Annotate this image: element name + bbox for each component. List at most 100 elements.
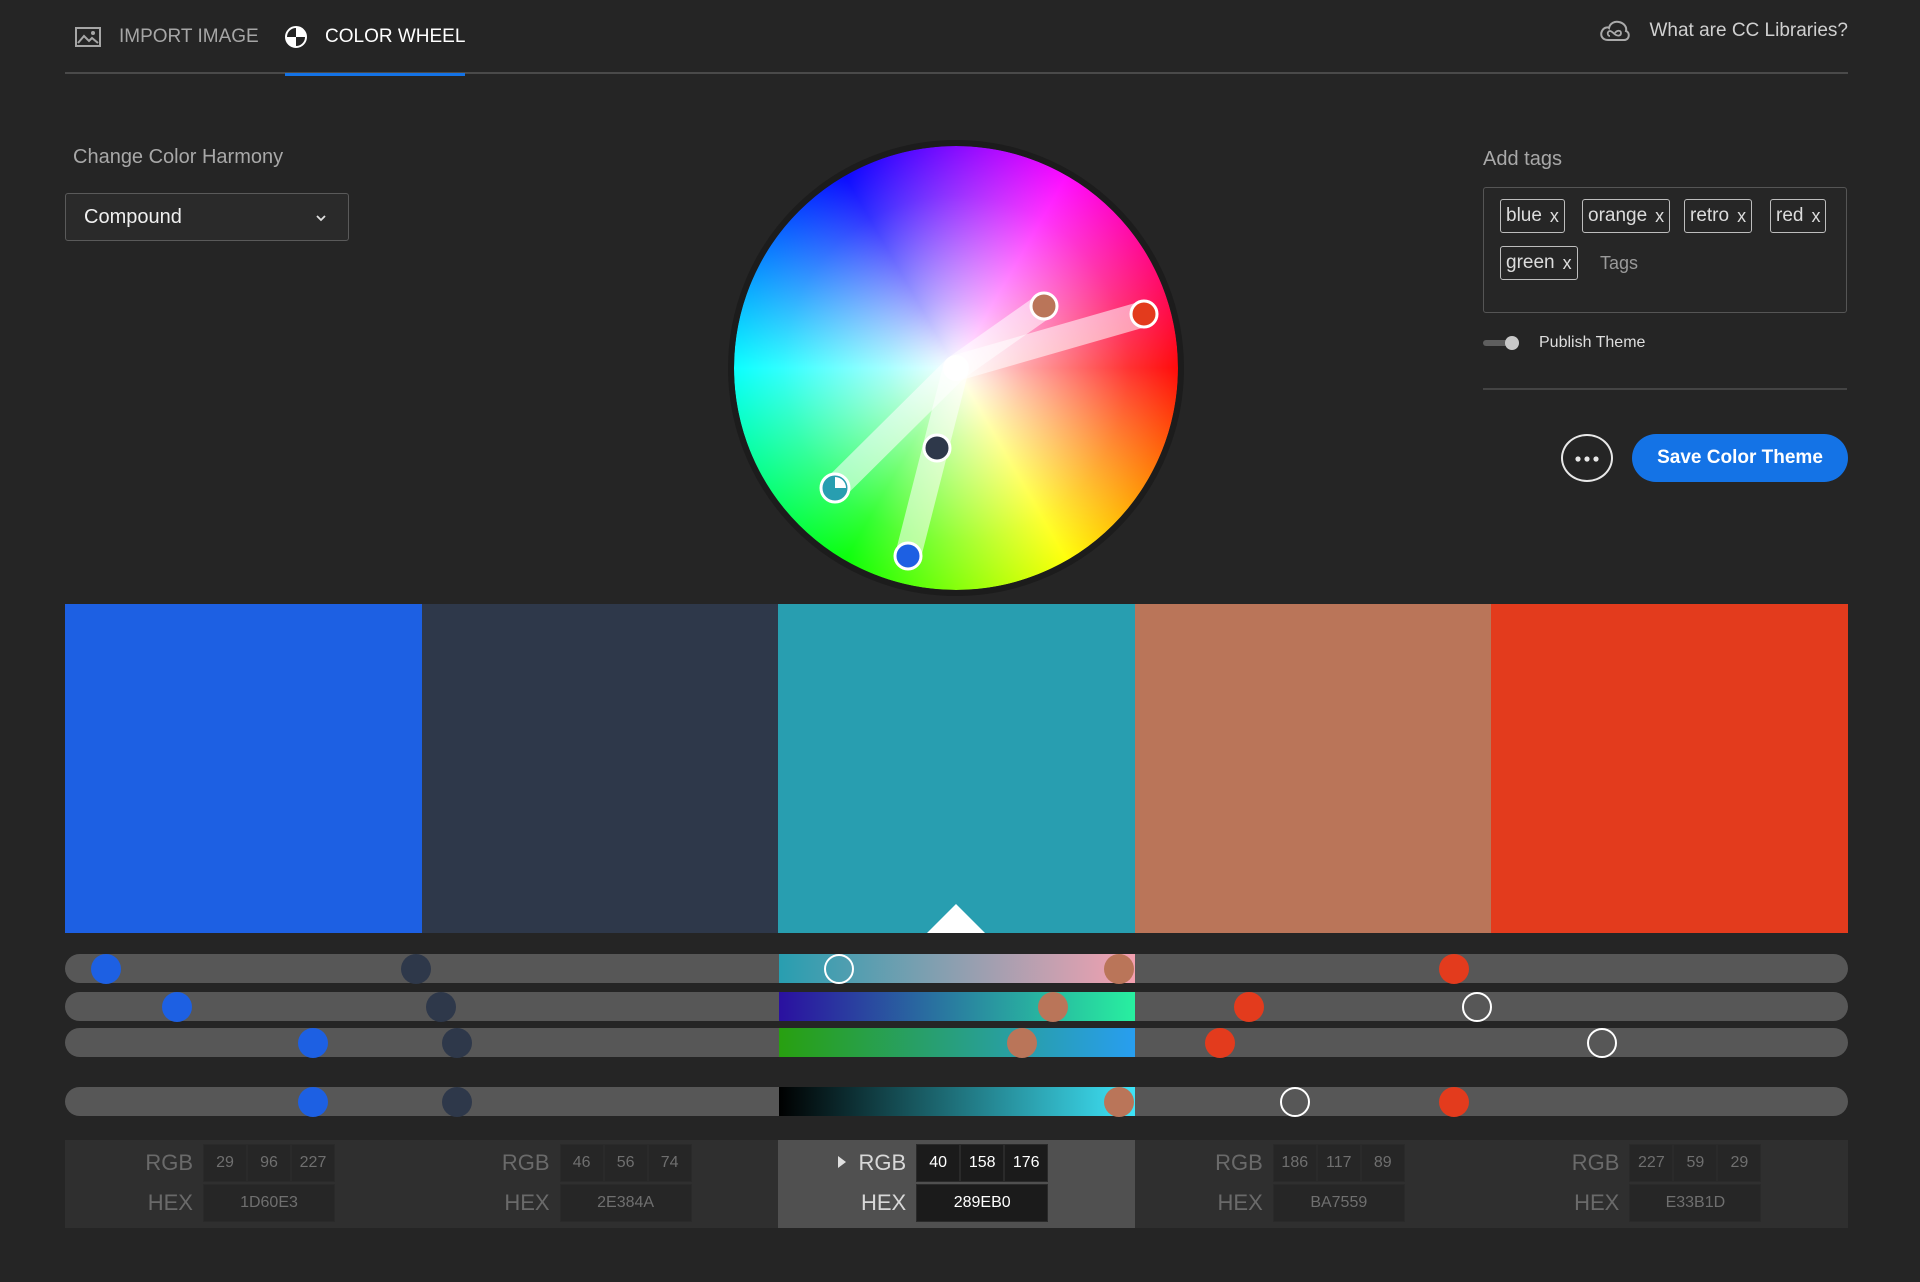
blue-value-field[interactable]: 74 xyxy=(647,1144,692,1182)
rgb-label: RGB xyxy=(858,1150,907,1175)
hex-value-field[interactable]: 289EB0 xyxy=(916,1184,1049,1222)
green-value-field[interactable]: 117 xyxy=(1316,1144,1361,1182)
red-value-field[interactable]: 40 xyxy=(916,1144,961,1182)
more-options-button[interactable] xyxy=(1561,434,1613,482)
red-value-field[interactable]: 227 xyxy=(1629,1144,1674,1182)
color-values-4[interactable]: RGB HEX 227 59 29 E33B1D xyxy=(1491,1140,1848,1228)
slider-handle-1[interactable] xyxy=(426,991,457,1022)
more-icon xyxy=(1574,449,1600,467)
slider-handle-4[interactable] xyxy=(1233,991,1264,1022)
remove-tag-icon[interactable]: x xyxy=(1550,206,1559,227)
expand-caret-icon[interactable] xyxy=(838,1156,847,1168)
slider-handle-4[interactable] xyxy=(1438,953,1469,984)
tags-label: Add tags xyxy=(1483,148,1562,170)
image-icon xyxy=(75,27,101,47)
slider-handle-0[interactable] xyxy=(297,1027,328,1058)
tags-input[interactable] xyxy=(1600,246,1800,280)
blue-value-field[interactable]: 29 xyxy=(1717,1144,1762,1182)
rgb-label: RGB xyxy=(1571,1150,1620,1175)
harmony-dropdown[interactable]: Compound xyxy=(65,193,349,241)
tag-chip[interactable]: red x xyxy=(1770,199,1827,233)
color-swatch-4[interactable] xyxy=(1491,604,1848,933)
blue-value-field[interactable]: 227 xyxy=(291,1144,335,1182)
tag-chip[interactable]: retro x xyxy=(1684,199,1753,233)
tags-box[interactable]: blue x orange x retro x red x green x xyxy=(1483,187,1847,313)
slider-row-3[interactable] xyxy=(65,1027,1848,1058)
color-swatch-0[interactable] xyxy=(65,604,422,933)
tab-import-image-label: IMPORT IMAGE xyxy=(119,26,259,47)
wheel-handle-3 xyxy=(1029,291,1059,321)
hex-label: HEX xyxy=(860,1190,907,1215)
hex-value-field[interactable]: 1D60E3 xyxy=(203,1184,335,1222)
slider-handle-0[interactable] xyxy=(91,953,121,984)
green-value-field[interactable]: 158 xyxy=(960,1144,1005,1182)
publish-theme-toggle[interactable] xyxy=(1483,335,1519,351)
harmony-label: Change Color Harmony xyxy=(73,146,284,168)
green-value-field[interactable]: 59 xyxy=(1673,1144,1718,1182)
slider-handle-1[interactable] xyxy=(442,1086,473,1117)
slider-handle-2[interactable] xyxy=(1586,1027,1617,1058)
slider-handle-2[interactable] xyxy=(1280,1086,1311,1117)
slider-handle-1[interactable] xyxy=(442,1027,473,1058)
blue-value-field[interactable]: 89 xyxy=(1360,1144,1405,1182)
color-values-2[interactable]: RGB HEX 40 158 176 289EB0 xyxy=(778,1140,1135,1228)
brightness-slider-row[interactable] xyxy=(65,1086,1848,1117)
remove-tag-icon[interactable]: x xyxy=(1655,206,1664,227)
red-value-field[interactable]: 29 xyxy=(203,1144,247,1182)
active-slider-track[interactable] xyxy=(779,1028,1135,1057)
slider-handle-3[interactable] xyxy=(1103,1086,1134,1117)
cc-libraries-label: What are CC Libraries? xyxy=(1649,20,1848,41)
divider xyxy=(1483,388,1847,390)
slider-handle-3[interactable] xyxy=(1037,991,1068,1022)
slider-handle-0[interactable] xyxy=(297,1086,328,1117)
color-swatch-3[interactable] xyxy=(1134,604,1492,933)
harmony-selected-value: Compound xyxy=(84,205,182,228)
hex-label: HEX xyxy=(1217,1190,1263,1215)
creative-cloud-icon xyxy=(1599,19,1631,43)
active-swatch-caret-icon xyxy=(927,904,986,933)
color-values-3[interactable]: RGB HEX 186 117 89 BA7559 xyxy=(1135,1140,1492,1228)
tab-import-image[interactable]: IMPORT IMAGE xyxy=(75,0,259,74)
wheel-handle-0 xyxy=(893,541,923,571)
green-value-field[interactable]: 56 xyxy=(603,1144,648,1182)
green-value-field[interactable]: 96 xyxy=(247,1144,291,1182)
color-swatch-1[interactable] xyxy=(421,604,779,933)
slider-row-2[interactable] xyxy=(65,991,1848,1022)
slider-row-1[interactable] xyxy=(65,953,1848,984)
tag-chip[interactable]: blue x xyxy=(1500,199,1565,233)
cc-libraries-link[interactable]: What are CC Libraries? xyxy=(1599,0,1848,62)
hex-label: HEX xyxy=(1574,1190,1620,1215)
hex-value-field[interactable]: BA7559 xyxy=(1272,1184,1405,1222)
active-slider-track[interactable] xyxy=(779,992,1135,1021)
remove-tag-icon[interactable]: x xyxy=(1811,206,1820,227)
slider-handle-4[interactable] xyxy=(1205,1027,1236,1058)
color-swatch-2[interactable] xyxy=(778,604,1135,933)
red-value-field[interactable]: 46 xyxy=(559,1144,604,1182)
slider-handle-2[interactable] xyxy=(823,953,854,984)
tag-label: blue xyxy=(1506,205,1542,226)
color-values-0[interactable]: RGB HEX 29 96 227 1D60E3 xyxy=(65,1140,422,1228)
hex-label: HEX xyxy=(504,1190,550,1215)
remove-tag-icon[interactable]: x xyxy=(1737,206,1746,227)
tag-chip[interactable]: orange x xyxy=(1582,199,1671,233)
color-wheel[interactable] xyxy=(728,140,1184,596)
swatch-row xyxy=(65,604,1848,933)
slider-handle-3[interactable] xyxy=(1103,953,1134,984)
hex-value-field[interactable]: E33B1D xyxy=(1629,1184,1762,1222)
active-slider-track[interactable] xyxy=(779,1087,1135,1116)
wheel-handles xyxy=(819,291,1159,571)
red-value-field[interactable]: 186 xyxy=(1272,1144,1317,1182)
color-values-1[interactable]: RGB HEX 46 56 74 2E384A xyxy=(422,1140,779,1228)
slider-handle-4[interactable] xyxy=(1438,1086,1469,1117)
slider-handle-3[interactable] xyxy=(1007,1027,1038,1058)
slider-handle-1[interactable] xyxy=(401,953,432,984)
blue-value-field[interactable]: 176 xyxy=(1004,1144,1049,1182)
remove-tag-icon[interactable]: x xyxy=(1563,253,1572,274)
tab-color-wheel[interactable]: COLOR WHEEL xyxy=(285,0,466,76)
hex-value-field[interactable]: 2E384A xyxy=(559,1184,692,1222)
rgb-label: RGB xyxy=(1215,1150,1263,1175)
slider-handle-2[interactable] xyxy=(1462,991,1493,1022)
slider-handle-0[interactable] xyxy=(162,991,193,1022)
save-color-theme-button[interactable]: Save Color Theme xyxy=(1632,434,1848,482)
tag-chip[interactable]: green x xyxy=(1500,246,1578,280)
